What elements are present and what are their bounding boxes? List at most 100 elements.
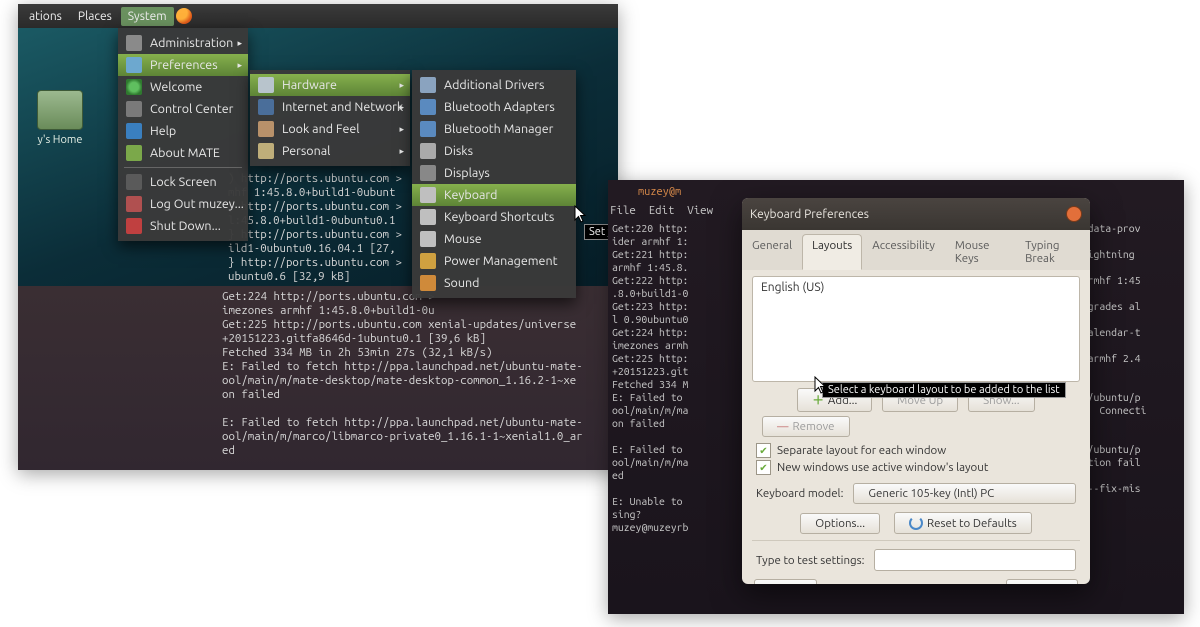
prefs-menu-item-hardware[interactable]: Hardware ▸	[250, 74, 410, 96]
desktop-home-label: y's Home	[38, 134, 83, 146]
menu-item-label: Lock Screen	[150, 175, 217, 189]
cursor-icon	[814, 376, 828, 399]
keyboard-model-button[interactable]: Generic 105-key (Intl) PC	[853, 483, 1076, 504]
about-icon	[126, 145, 142, 161]
menu-separator	[124, 167, 242, 168]
new-window-layout-row[interactable]: ✔ New windows use active window's layout	[756, 460, 1076, 475]
menu-item-label: Keyboard	[444, 188, 497, 202]
terminal-menubar[interactable]: File Edit View	[610, 204, 713, 217]
welc-icon	[126, 79, 142, 95]
remove-layout-button[interactable]: —Remove	[762, 416, 850, 437]
minus-icon: —	[777, 420, 788, 433]
pref-icon	[126, 57, 142, 73]
test-settings-input[interactable]	[874, 549, 1076, 571]
hw-menu-item-mouse[interactable]: Mouse	[412, 228, 576, 250]
separate-layout-row[interactable]: ✔ Separate layout for each window	[756, 443, 1076, 458]
system-menu-item-preferences[interactable]: Preferences ▸	[118, 54, 248, 76]
menu-item-label: About MATE	[150, 146, 220, 160]
panel-places[interactable]: Places	[71, 7, 119, 26]
prefs-menu-item-look-and-feel[interactable]: Look and Feel ▸	[250, 118, 410, 140]
options-button[interactable]: Options...	[800, 513, 880, 534]
tab-general[interactable]: General	[742, 234, 802, 270]
bt-icon	[420, 99, 436, 115]
system-menu-item-welcome[interactable]: Welcome	[118, 76, 248, 98]
menu-item-label: Preferences	[150, 58, 218, 72]
dialog-titlebar: Keyboard Preferences	[742, 198, 1090, 230]
menu-item-label: Look and Feel	[282, 122, 360, 136]
hw-menu-item-keyboard-shortcuts[interactable]: Keyboard Shortcuts	[412, 206, 576, 228]
checkbox-icon[interactable]: ✔	[756, 443, 771, 458]
kb-icon	[420, 209, 436, 225]
hw-menu-item-power-management[interactable]: Power Management	[412, 250, 576, 272]
tab-mouse-keys[interactable]: Mouse Keys	[945, 234, 1015, 270]
tab-accessibility[interactable]: Accessibility	[862, 234, 945, 270]
keyboard-model-row: Keyboard model: Generic 105-key (Intl) P…	[756, 483, 1076, 504]
hw-menu-item-sound[interactable]: Sound	[412, 272, 576, 294]
hw-menu-item-disks[interactable]: Disks	[412, 140, 576, 162]
checkbox-icon[interactable]: ✔	[756, 460, 771, 475]
system-menu-item-help[interactable]: Help	[118, 120, 248, 142]
layouts-list[interactable]: English (US)	[752, 276, 1080, 382]
chevron-right-icon: ▸	[399, 80, 404, 91]
help-button[interactable]: ?Help	[754, 579, 817, 584]
system-menu-item-about-mate[interactable]: About MATE	[118, 142, 248, 164]
kb-icon	[420, 187, 436, 203]
chevron-right-icon: ▸	[399, 146, 404, 157]
reset-defaults-button[interactable]: Reset to Defaults	[894, 512, 1032, 534]
hw-menu-item-bluetooth-adapters[interactable]: Bluetooth Adapters	[412, 96, 576, 118]
dialog-title: Keyboard Preferences	[750, 208, 869, 221]
hw-menu-item-displays[interactable]: Displays	[412, 162, 576, 184]
panel-system[interactable]: System	[121, 7, 174, 26]
menu-item-label: Hardware	[282, 78, 337, 92]
snd-icon	[420, 275, 436, 291]
prefs-menu-item-internet-and-network[interactable]: Internet and Network▸	[250, 96, 410, 118]
menu-item-label: Administration	[150, 36, 233, 50]
menu-item-label: Sound	[444, 276, 479, 290]
tab-layouts[interactable]: Layouts	[802, 234, 862, 270]
chevron-right-icon: ▸	[399, 124, 404, 135]
system-menu: Administration ▸ Preferences ▸ Welcome Contro…	[118, 28, 248, 241]
menu-item-label: Keyboard Shortcuts	[444, 210, 554, 224]
cursor-icon	[574, 205, 588, 228]
test-settings-row: Type to test settings:	[756, 549, 1076, 571]
cog-icon	[126, 35, 142, 51]
firefox-icon[interactable]	[176, 8, 192, 24]
options-reset-row: Options... Reset to Defaults	[756, 512, 1076, 534]
close-button[interactable]: ✕Close	[1006, 579, 1078, 584]
home-folder-icon	[37, 90, 83, 130]
desktop-home-icon[interactable]: y's Home	[24, 90, 96, 146]
system-menu-item-administration[interactable]: Administration ▸	[118, 32, 248, 54]
hw-icon	[258, 77, 274, 93]
menu-item-label: Internet and Network	[282, 100, 403, 114]
close-icon[interactable]	[1066, 206, 1082, 222]
menu-item-label: Mouse	[444, 232, 482, 246]
chevron-right-icon: ▸	[237, 38, 242, 49]
chevron-right-icon: ▸	[237, 60, 242, 71]
bt-icon	[420, 121, 436, 137]
menu-item-label: Control Center	[150, 102, 233, 116]
look-icon	[258, 121, 274, 137]
system-menu-item-lock-screen[interactable]: Lock Screen	[118, 171, 248, 193]
separate-layout-label: Separate layout for each window	[777, 444, 946, 457]
terminal-tab-title: muzey@m	[638, 186, 681, 199]
new-window-layout-label: New windows use active window's layout	[777, 461, 988, 474]
shut-icon	[126, 218, 142, 234]
disp-icon	[420, 165, 436, 181]
terminal-output: Get:224 http://ports.ubuntu.com > imezon…	[18, 286, 618, 470]
net-icon	[258, 99, 274, 115]
menu-item-label: Power Management	[444, 254, 558, 268]
layout-item[interactable]: English (US)	[761, 281, 1071, 294]
tab-typing-break[interactable]: Typing Break	[1015, 234, 1090, 270]
drv-icon	[420, 77, 436, 93]
hw-menu-item-keyboard[interactable]: Keyboard	[412, 184, 576, 206]
system-menu-item-shut-down-[interactable]: Shut Down...	[118, 215, 248, 237]
prefs-menu-item-personal[interactable]: Personal▸	[250, 140, 410, 162]
test-settings-label: Type to test settings:	[756, 554, 864, 567]
system-menu-item-log-out-muzey-[interactable]: Log Out muzey...	[118, 193, 248, 215]
hw-menu-item-bluetooth-manager[interactable]: Bluetooth Manager	[412, 118, 576, 140]
separator	[752, 540, 1080, 541]
top-panel: ations Places System	[18, 4, 618, 28]
system-menu-item-control-center[interactable]: Control Center	[118, 98, 248, 120]
hw-menu-item-additional-drivers[interactable]: Additional Drivers	[412, 74, 576, 96]
panel-applications[interactable]: ations	[22, 7, 69, 26]
